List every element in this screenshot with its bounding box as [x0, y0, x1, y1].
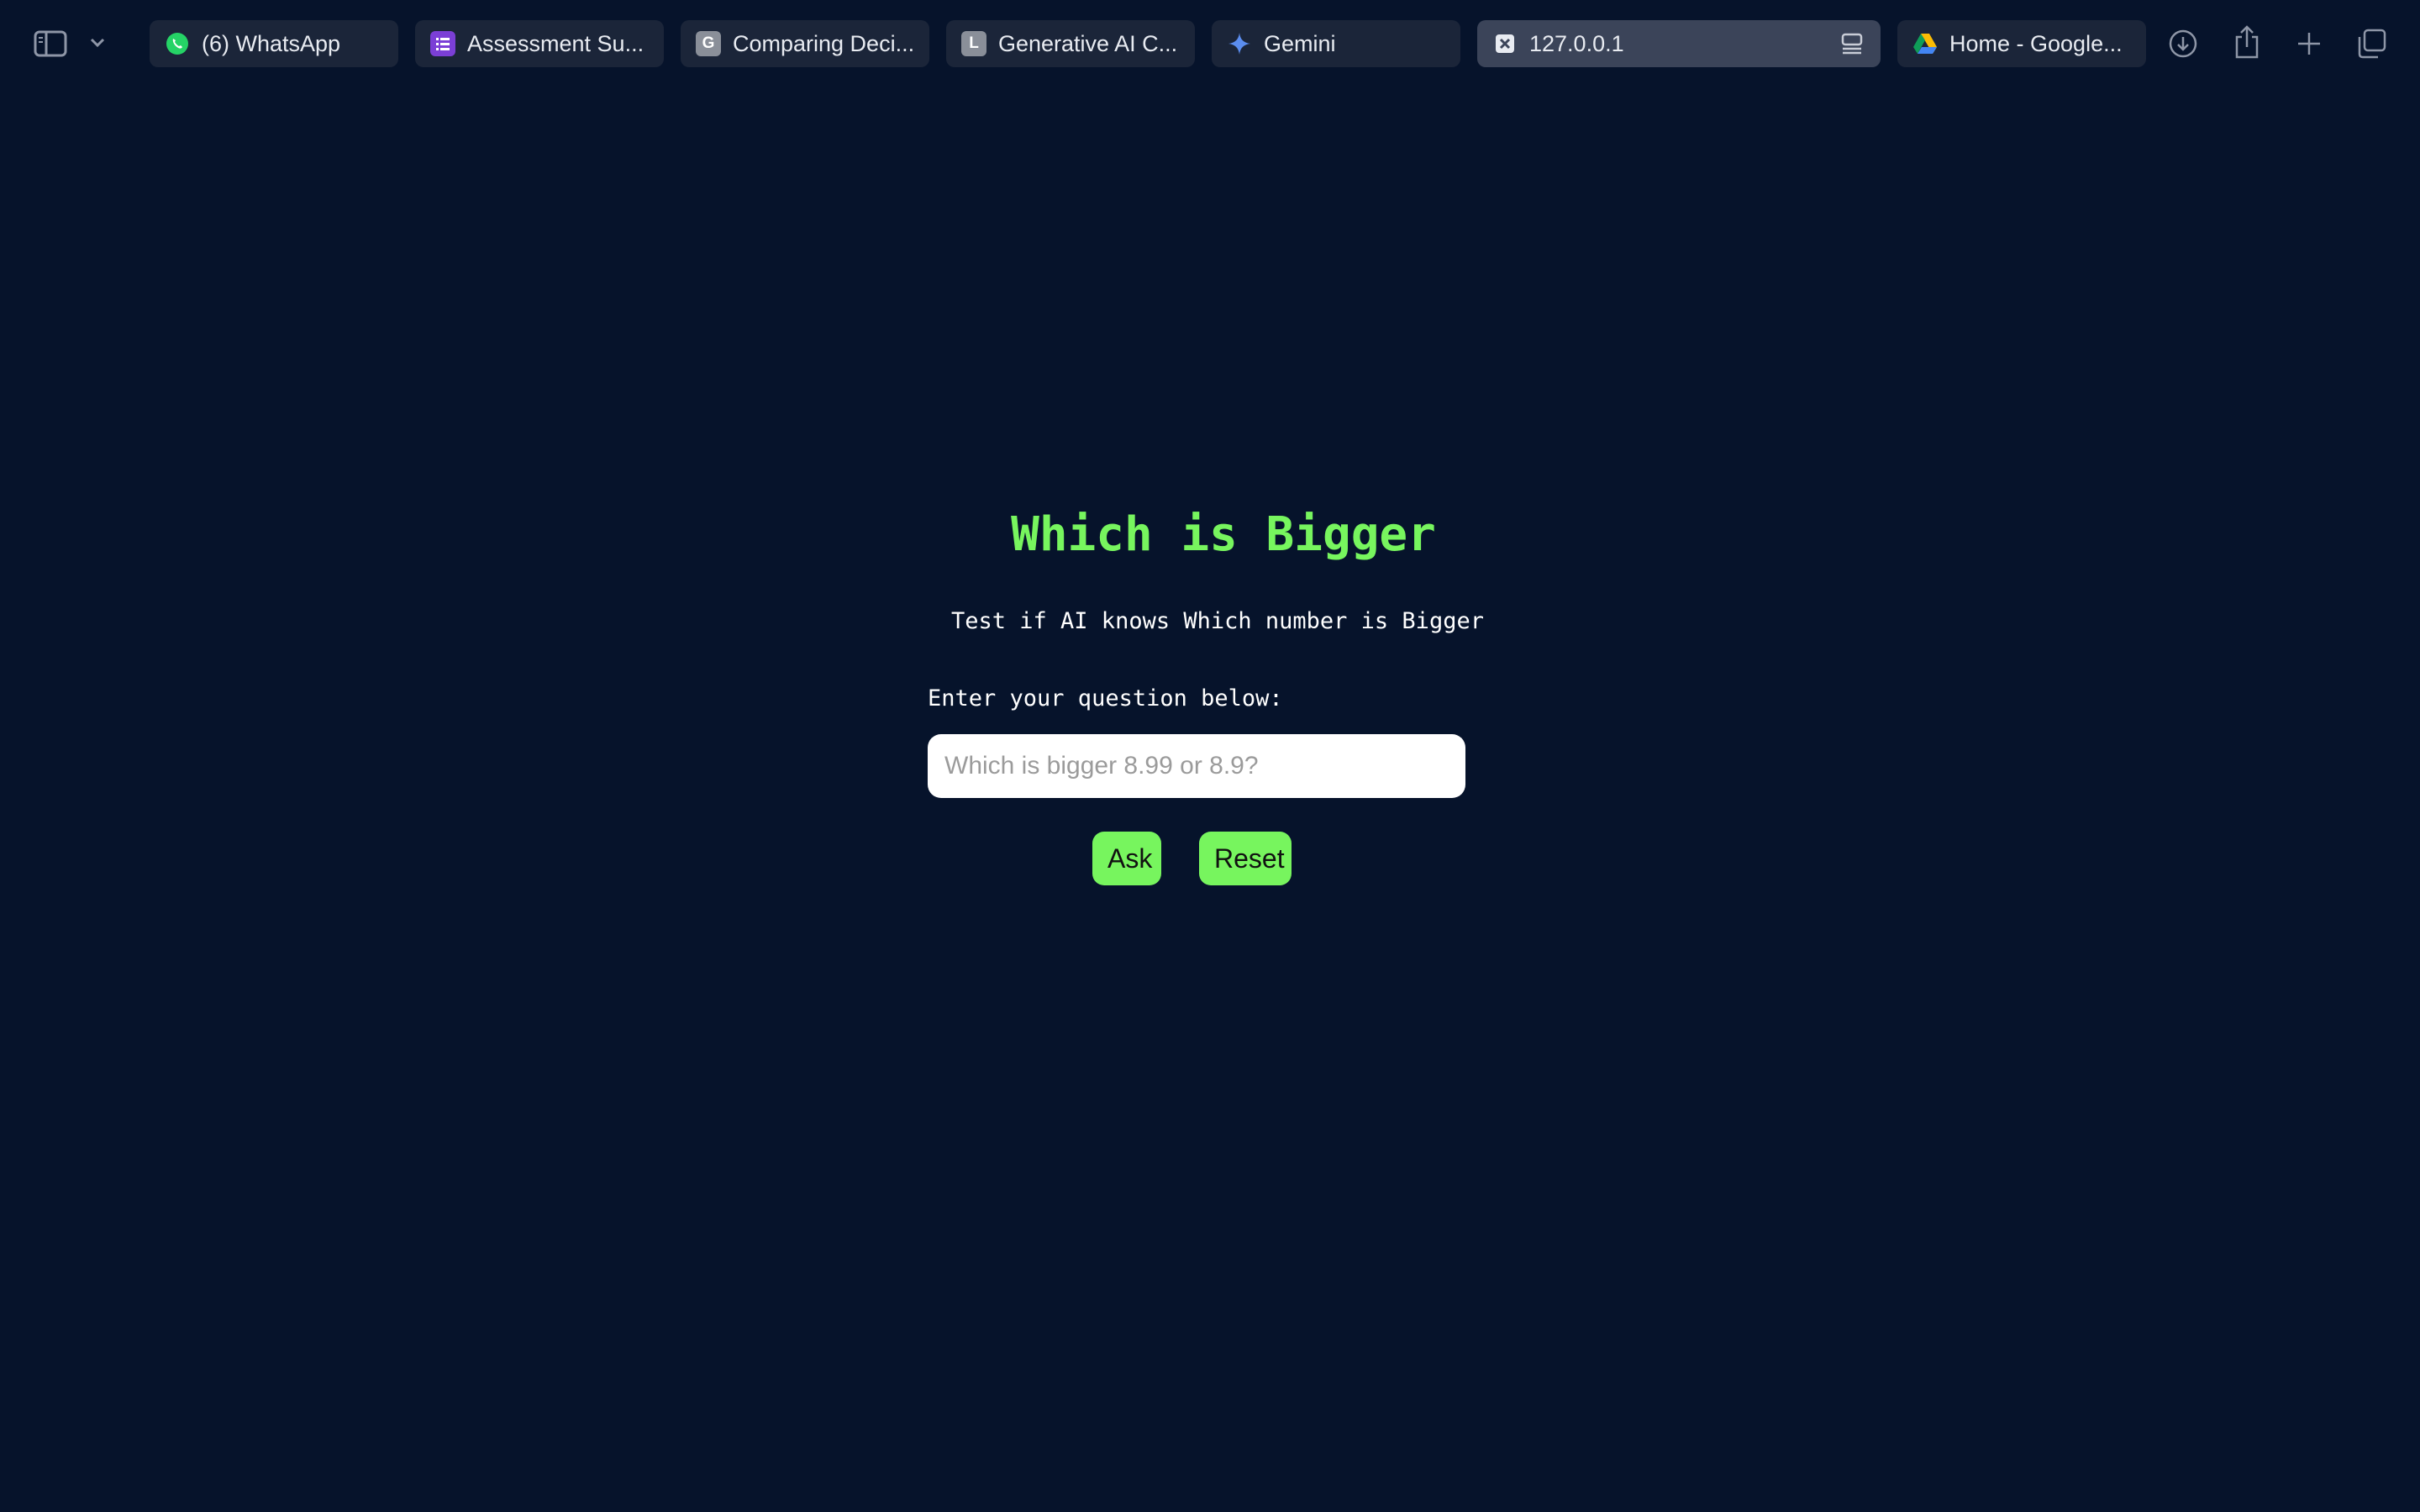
tab-label: Generative AI C...	[998, 30, 1178, 56]
google-drive-icon	[1912, 31, 1938, 56]
tab-label: Assessment Su...	[467, 30, 644, 56]
page-content: Which is Bigger Test if AI knows Which n…	[0, 87, 2420, 1512]
reset-button[interactable]: Reset	[1199, 832, 1292, 885]
letter-g-icon: G	[696, 31, 721, 56]
gemini-sparkle-icon	[1227, 31, 1252, 56]
tab-gemini[interactable]: Gemini	[1212, 20, 1460, 67]
chevron-down-icon[interactable]	[86, 30, 109, 55]
tab-label: (6) WhatsApp	[202, 30, 341, 56]
tab-label: Comparing Deci...	[733, 30, 915, 56]
tab-whatsapp[interactable]: (6) WhatsApp	[150, 20, 398, 67]
plus-icon[interactable]	[2292, 27, 2326, 60]
page-title: Which is Bigger	[1011, 507, 1436, 562]
tab-label: Gemini	[1264, 30, 1336, 56]
list-icon	[430, 31, 455, 56]
tab-label: 127.0.0.1	[1529, 30, 1624, 56]
whatsapp-icon	[165, 31, 190, 56]
tab-label: Home - Google...	[1949, 30, 2123, 56]
download-icon[interactable]	[2166, 27, 2200, 60]
browser-toolbar: (6) WhatsApp Assessment Su... G Comparin…	[0, 0, 2420, 87]
page-subtitle: Test if AI knows Which number is Bigger	[951, 608, 1484, 634]
question-input[interactable]	[928, 734, 1465, 798]
ask-button[interactable]: Ask	[1092, 832, 1161, 885]
letter-l-icon: L	[961, 31, 986, 56]
tab-overview-icon[interactable]	[2354, 27, 2388, 60]
sidebar-icon[interactable]	[32, 25, 69, 62]
reader-icon[interactable]	[1840, 32, 1864, 61]
share-icon[interactable]	[2230, 24, 2264, 60]
close-box-icon[interactable]	[1492, 31, 1518, 56]
tab-google-drive[interactable]: Home - Google...	[1897, 20, 2146, 67]
question-label: Enter your question below:	[928, 685, 1283, 711]
tab-generative-ai[interactable]: L Generative AI C...	[946, 20, 1195, 67]
tab-comparing-decimals[interactable]: G Comparing Deci...	[681, 20, 929, 67]
tab-assessment[interactable]: Assessment Su...	[415, 20, 664, 67]
tab-localhost[interactable]: 127.0.0.1	[1477, 20, 1881, 67]
